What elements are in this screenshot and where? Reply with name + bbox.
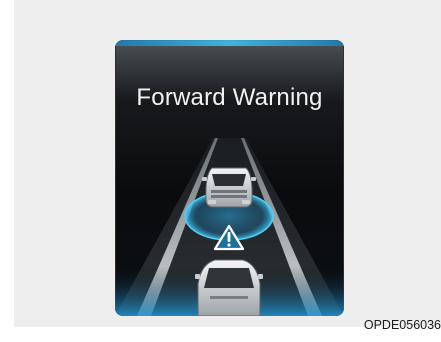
- front-vehicle-icon: [202, 167, 256, 208]
- cluster-display: Forward Warning: [115, 40, 344, 316]
- warning-title: Forward Warning: [136, 84, 323, 111]
- own-vehicle-icon: [195, 259, 263, 316]
- driving-scene: [115, 138, 344, 316]
- figure-code-label: OPDE056036: [363, 318, 441, 332]
